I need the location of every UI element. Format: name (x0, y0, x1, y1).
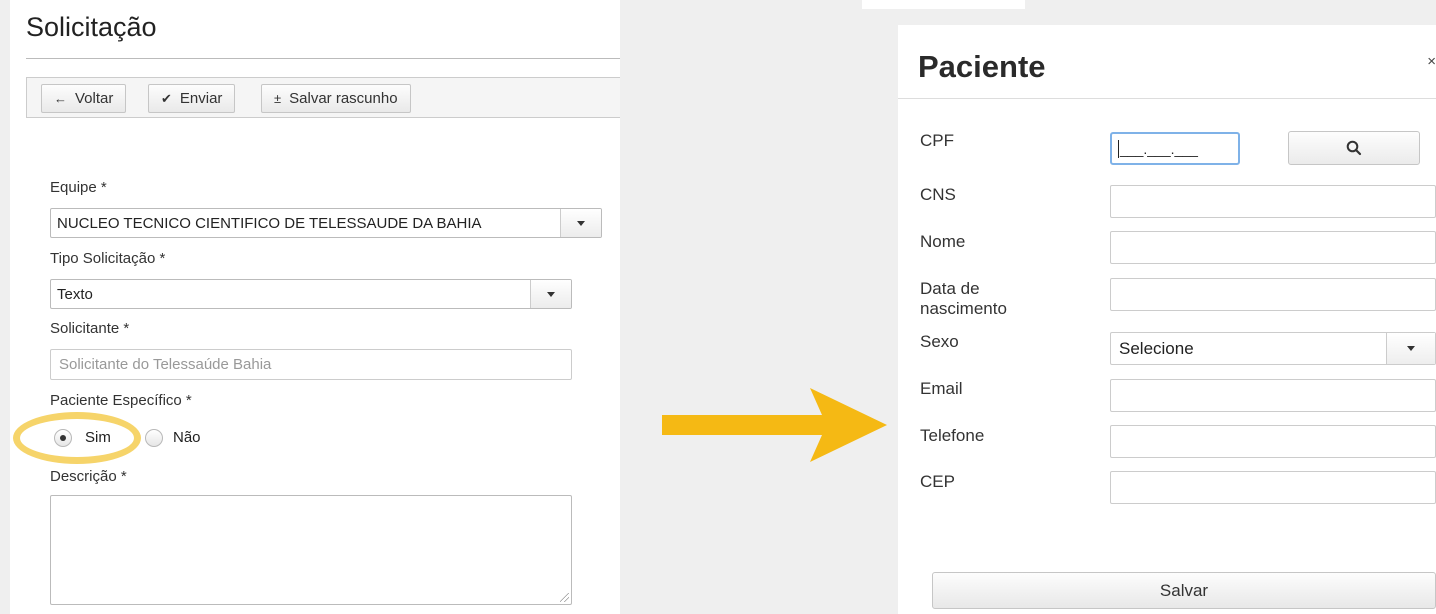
descricao-textarea[interactable] (50, 495, 572, 605)
cpf-input[interactable]: ___.___.___ (1110, 132, 1240, 165)
title-divider (26, 58, 620, 59)
radio-sim[interactable] (54, 429, 72, 447)
send-button-label: Enviar (179, 90, 223, 107)
tipo-solicitacao-select[interactable]: Texto (50, 279, 572, 309)
sexo-value: Selecione (1119, 338, 1194, 358)
save-draft-button-label: Salvar rascunho (289, 90, 398, 107)
resize-grip-icon[interactable] (560, 593, 569, 602)
radio-nao[interactable] (145, 429, 163, 447)
paciente-dialog: Paciente × CPF ___.___.___ CNS Nome Data… (898, 25, 1436, 614)
cns-label: CNS (920, 185, 956, 204)
search-icon (1346, 140, 1362, 156)
telefone-input[interactable] (1110, 425, 1436, 458)
back-button[interactable]: ← Voltar (41, 84, 127, 113)
text-cursor (1118, 139, 1119, 158)
telefone-label: Telefone (920, 426, 985, 445)
background-tab (862, 0, 1025, 9)
check-icon: ✔ (161, 90, 172, 106)
save-draft-button[interactable]: ± Salvar rascunho (261, 84, 411, 113)
cpf-mask: ___.___.___ (1120, 140, 1198, 157)
arrow-right-icon (662, 388, 887, 462)
solicitante-label: Solicitante * (50, 320, 130, 337)
equipe-select[interactable]: NUCLEO TECNICO CIENTIFICO DE TELESSAUDE … (50, 208, 602, 238)
email-label: Email (920, 379, 963, 398)
cep-input[interactable] (1110, 471, 1436, 504)
data-nascimento-label-line1: Data de (920, 279, 980, 298)
chevron-down-icon (1386, 333, 1435, 364)
nome-input[interactable] (1110, 231, 1436, 264)
tipo-solicitacao-value: Texto (57, 285, 93, 303)
header-divider (898, 98, 1436, 99)
plus-minus-icon: ± (274, 91, 282, 106)
data-nascimento-input[interactable] (1110, 278, 1436, 311)
solicitante-placeholder: Solicitante do Telessaúde Bahia (59, 356, 272, 373)
solicitacao-panel: Solicitação ← Voltar ✔ Enviar ± Salvar r… (10, 0, 620, 614)
equipe-label: Equipe * (50, 179, 107, 196)
data-nascimento-label: Data de nascimento (920, 279, 1007, 319)
descricao-label: Descrição * (50, 468, 127, 485)
toolbar: ← Voltar ✔ Enviar ± Salvar rascunho (26, 77, 620, 118)
page-title: Solicitação (26, 12, 157, 42)
search-button[interactable] (1288, 131, 1420, 165)
cns-input[interactable] (1110, 185, 1436, 218)
cpf-label: CPF (920, 131, 954, 150)
equipe-value: NUCLEO TECNICO CIENTIFICO DE TELESSAUDE … (57, 214, 482, 232)
sexo-label: Sexo (920, 332, 959, 351)
chevron-down-icon (560, 209, 601, 237)
cep-label: CEP (920, 472, 955, 491)
dialog-title: Paciente (918, 49, 1046, 84)
back-button-label: Voltar (75, 90, 114, 107)
nome-label: Nome (920, 232, 966, 251)
paciente-especifico-label: Paciente Específico * (50, 392, 192, 409)
highlight-circle (13, 412, 141, 464)
solicitante-input[interactable]: Solicitante do Telessaúde Bahia (50, 349, 572, 380)
email-input[interactable] (1110, 379, 1436, 412)
data-nascimento-label-line2: nascimento (920, 299, 1007, 318)
save-button[interactable]: Salvar (932, 572, 1436, 609)
radio-sim-label[interactable]: Sim (85, 429, 111, 446)
sexo-select[interactable]: Selecione (1110, 332, 1436, 365)
tipo-solicitacao-label: Tipo Solicitação * (50, 250, 166, 267)
send-button[interactable]: ✔ Enviar (148, 84, 236, 113)
radio-nao-label[interactable]: Não (173, 429, 201, 446)
close-icon[interactable]: × (1427, 53, 1436, 70)
arrow-left-icon: ← (54, 91, 67, 106)
chevron-down-icon (530, 280, 571, 308)
